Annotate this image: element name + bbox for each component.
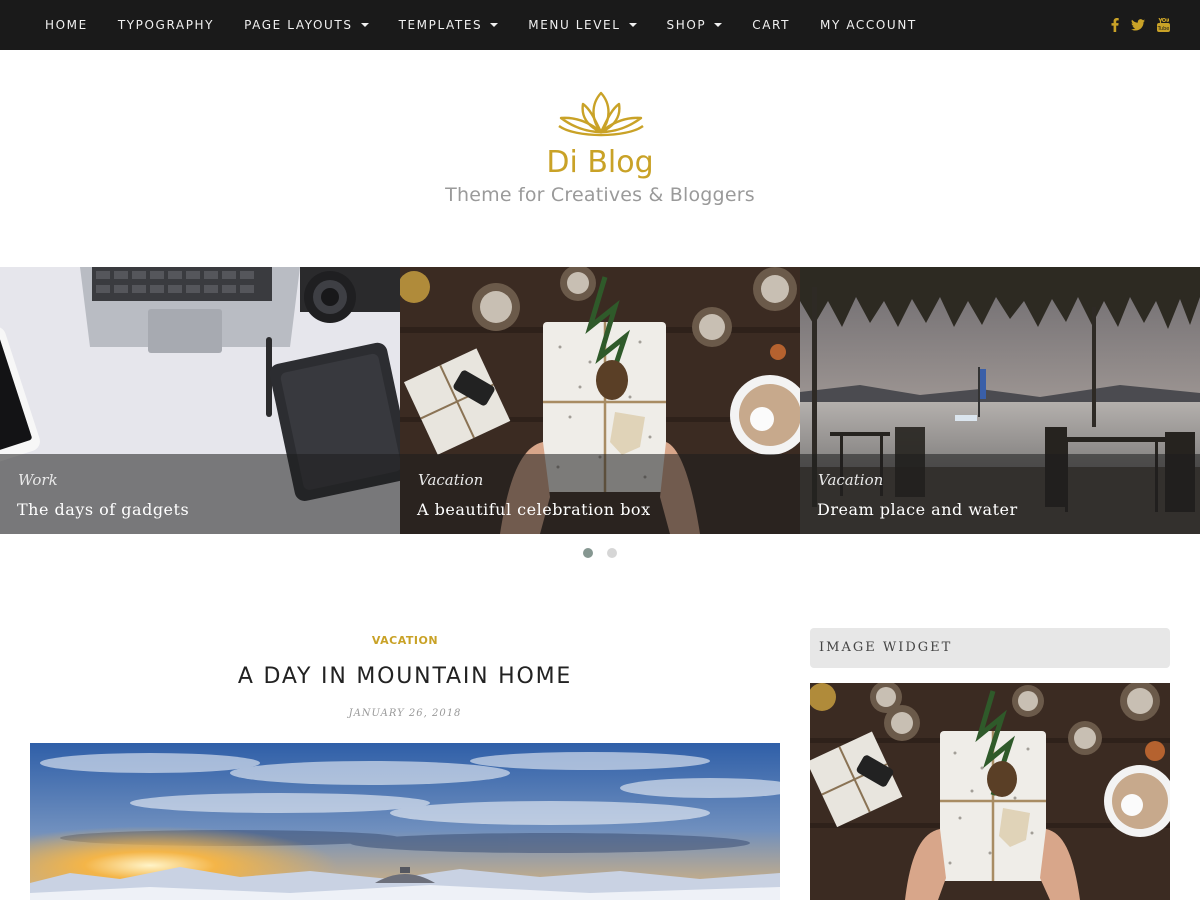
nav-label: CART <box>752 18 791 32</box>
slide-caption-overlay <box>0 454 400 534</box>
svg-text:Tube: Tube <box>1157 26 1169 32</box>
slide-caption-overlay <box>400 454 800 534</box>
site-title[interactable]: Di Blog <box>0 145 1200 180</box>
slide-caption-overlay <box>800 454 1200 534</box>
twitter-icon[interactable] <box>1131 19 1145 31</box>
slide-dream-place[interactable]: Vacation Dream place and water <box>800 267 1200 534</box>
slide-title[interactable]: Dream place and water <box>817 500 1018 519</box>
slider-dot-2[interactable] <box>607 548 617 558</box>
nav-item-shop[interactable]: SHOP <box>652 0 738 50</box>
nav-item-typography[interactable]: TYPOGRAPHY <box>103 0 229 50</box>
nav-item-cart[interactable]: CART <box>737 0 805 50</box>
main-menu: HOME TYPOGRAPHY PAGE LAYOUTS TEMPLATES M… <box>30 0 932 50</box>
slide-title[interactable]: A beautiful celebration box <box>417 500 651 519</box>
nav-item-menu-level[interactable]: MENU LEVEL <box>513 0 651 50</box>
top-navigation-bar: HOME TYPOGRAPHY PAGE LAYOUTS TEMPLATES M… <box>0 0 1200 50</box>
slider-pagination <box>0 548 1200 558</box>
chevron-down-icon <box>360 23 369 27</box>
nav-label: SHOP <box>666 18 707 32</box>
nav-item-home[interactable]: HOME <box>30 0 103 50</box>
nav-label: MENU LEVEL <box>528 18 621 32</box>
image-widget-header: IMAGE WIDGET <box>810 628 1170 668</box>
social-links: Tube <box>1111 0 1170 50</box>
slider-dot-1[interactable] <box>583 548 593 558</box>
widget-title: IMAGE WIDGET <box>819 640 953 655</box>
slide-category[interactable]: Vacation <box>818 471 883 489</box>
featured-slider: Work The days of gadgets Vacation A beau… <box>0 267 1200 534</box>
slide-celebration-box[interactable]: Vacation A beautiful celebration box <box>400 267 800 534</box>
post-title[interactable]: A DAY IN MOUNTAIN HOME <box>30 664 780 689</box>
lotus-icon[interactable] <box>555 90 647 142</box>
facebook-icon[interactable] <box>1111 18 1119 32</box>
nav-label: TYPOGRAPHY <box>117 18 215 32</box>
post-date: JANUARY 26, 2018 <box>348 708 462 719</box>
chevron-down-icon <box>628 23 637 27</box>
slide-gadgets[interactable]: Work The days of gadgets <box>0 267 400 534</box>
post-featured-image[interactable] <box>30 743 780 900</box>
slide-category[interactable]: Vacation <box>418 471 483 489</box>
slide-title[interactable]: The days of gadgets <box>17 500 189 519</box>
nav-item-my-account[interactable]: MY ACCOUNT <box>805 0 932 50</box>
nav-label: MY ACCOUNT <box>820 18 917 32</box>
site-header: Di Blog Theme for Creatives & Bloggers <box>0 50 1200 267</box>
nav-label: PAGE LAYOUTS <box>244 18 353 32</box>
chevron-down-icon <box>714 23 723 27</box>
slide-category[interactable]: Work <box>18 471 58 489</box>
site-tagline: Theme for Creatives & Bloggers <box>445 184 755 206</box>
nav-item-page-layouts[interactable]: PAGE LAYOUTS <box>229 0 383 50</box>
chevron-down-icon <box>490 23 499 27</box>
nav-label: TEMPLATES <box>398 18 483 32</box>
post-category[interactable]: VACATION <box>30 634 780 647</box>
nav-item-templates[interactable]: TEMPLATES <box>384 0 514 50</box>
youtube-icon[interactable]: Tube <box>1157 18 1170 32</box>
image-widget-image[interactable] <box>810 683 1170 900</box>
nav-label: HOME <box>45 18 88 32</box>
